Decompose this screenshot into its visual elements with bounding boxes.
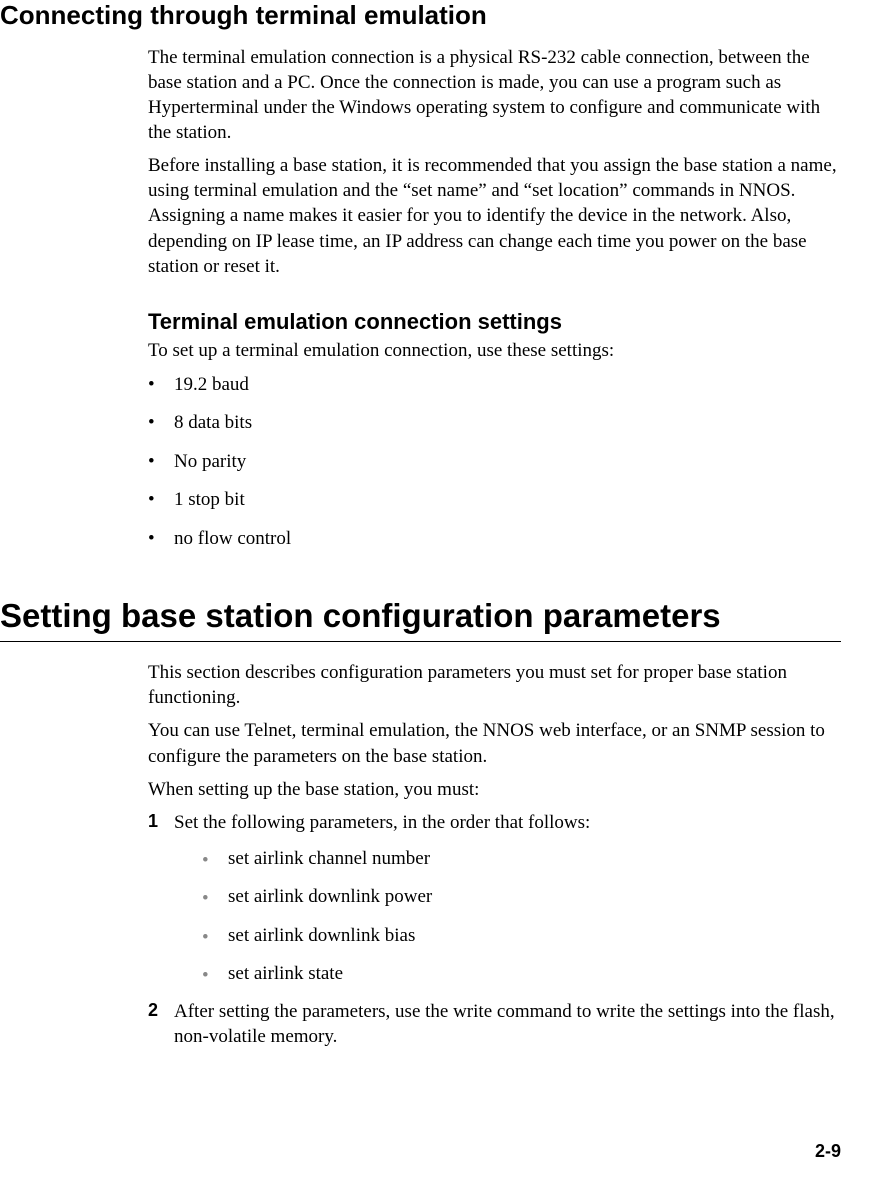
section1-sub-intro: To set up a terminal emulation connectio… — [148, 338, 841, 363]
list-item: 1 stop bit — [148, 486, 841, 515]
section1-body: The terminal emulation connection is a p… — [148, 45, 841, 553]
list-item: 8 data bits — [148, 409, 841, 438]
page-number: 2-9 — [815, 1141, 841, 1162]
step1-sublist: set airlink channel number set airlink d… — [202, 845, 841, 989]
connection-settings-list: 19.2 baud 8 data bits No parity 1 stop b… — [148, 371, 841, 554]
step-text: Set the following parameters, in the ord… — [174, 812, 590, 833]
section2-para1: This section describes configuration par… — [148, 660, 841, 710]
list-item: set airlink downlink bias — [202, 922, 841, 951]
list-item: set airlink channel number — [202, 845, 841, 874]
section2-para3: When setting up the base station, you mu… — [148, 777, 841, 802]
step-1: 1 Set the following parameters, in the o… — [148, 810, 841, 989]
section1-para2: Before installing a base station, it is … — [148, 153, 841, 278]
section2-heading: Setting base station configuration param… — [0, 597, 841, 642]
list-item: no flow control — [148, 525, 841, 554]
section2-para2: You can use Telnet, terminal emulation, … — [148, 718, 841, 768]
section1-para1: The terminal emulation connection is a p… — [148, 45, 841, 145]
step-number: 1 — [148, 810, 158, 834]
step-2: 2 After setting the parameters, use the … — [148, 999, 841, 1049]
step-number: 2 — [148, 999, 158, 1023]
section1-sub-heading: Terminal emulation connection settings — [148, 309, 841, 335]
list-item: set airlink state — [202, 960, 841, 989]
list-item: No parity — [148, 448, 841, 477]
section2-body: This section describes configuration par… — [148, 660, 841, 1049]
list-item: set airlink downlink power — [202, 883, 841, 912]
page-content: Connecting through terminal emulation Th… — [0, 0, 881, 1049]
step-text: After setting the parameters, use the wr… — [174, 1001, 835, 1047]
section1-heading: Connecting through terminal emulation — [0, 0, 841, 31]
steps-list: 1 Set the following parameters, in the o… — [148, 810, 841, 1049]
list-item: 19.2 baud — [148, 371, 841, 400]
